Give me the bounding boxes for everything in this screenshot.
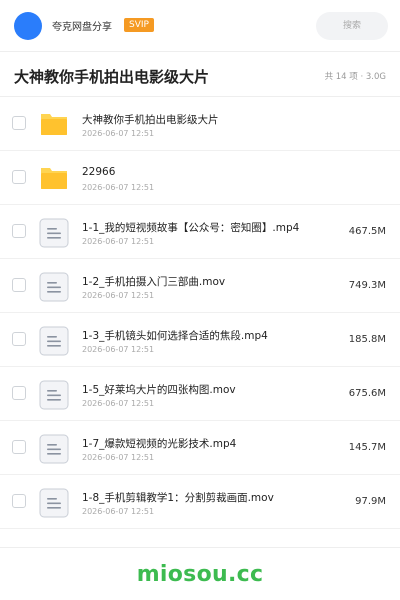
folder-icon [38,109,70,141]
avatar[interactable] [14,12,42,40]
row-checkbox[interactable] [12,440,26,454]
file-row[interactable]: 1-7_爆款短视频的光影技术.mp4 2026-06-07 12:51 145.7M [0,421,400,475]
file-name: 1-7_爆款短视频的光影技术.mp4 [82,438,237,450]
row-checkbox[interactable] [12,170,26,184]
file-name: 1-1_我的短视频故事【公众号：密知圈】.mp4 [82,222,300,234]
file-row[interactable]: 1-8_手机剪辑教学1：分割剪裁画面.mov 2026-06-07 12:51 97… [0,475,400,529]
folder-icon [38,163,70,195]
search-input[interactable] [316,12,388,40]
file-row[interactable]: 1-3_手机镜头如何选择合适的焦段.mp4 2026-06-07 12:51 185… [0,313,400,367]
search-box[interactable] [316,12,388,40]
file-date: 2026-06-07 12:51 [82,183,155,192]
page-title: 大神教你手机拍出电影级大片 [14,68,210,86]
file-date: 2026-06-07 12:51 [82,453,155,462]
file-date: 2026-06-07 12:51 [82,291,155,300]
file-size: 749.3M [348,280,386,291]
file-row[interactable]: 1-2_手机拍摄入门三部曲.mov 2026-06-07 12:51 749.3M [0,259,400,313]
file-date: 2026-06-07 12:51 [82,129,155,138]
file-row[interactable]: 1-1_我的短视频故事【公众号：密知圈】.mp4 2026-06-07 12:51… [0,205,400,259]
file-date: 2026-06-07 12:51 [82,237,155,246]
row-checkbox[interactable] [12,332,26,346]
document-icon [38,217,70,249]
share-owner-name: 夸克网盘分享 [52,22,112,33]
file-name: 1-5_好莱坞大片的四张构图.mov [82,384,236,396]
top-bar: 夸克网盘分享 SVIP [0,0,400,52]
file-size: 675.6M [348,388,386,399]
file-date: 2026-06-07 12:51 [82,399,155,408]
file-size: 97.9M [355,496,386,507]
file-size: 145.7M [348,442,386,453]
document-icon [38,379,70,411]
file-name: 1-3_手机镜头如何选择合适的焦段.mp4 [82,330,268,342]
folder-meta: 共 14 项 · 3.0G [324,72,386,82]
watermark: miosou.cc [136,562,264,587]
file-name: 大神教你手机拍出电影级大片 [82,114,219,126]
file-row[interactable]: 22966 2026-06-07 12:51 [0,151,400,205]
file-row[interactable]: 1-5_好莱坞大片的四张构图.mov 2026-06-07 12:51 675.6M [0,367,400,421]
file-size: 467.5M [348,226,386,237]
divider [0,547,400,548]
row-checkbox[interactable] [12,278,26,292]
file-list: 大神教你手机拍出电影级大片 2026-06-07 12:51 22966 2026-0… [0,97,400,529]
file-row[interactable]: 大神教你手机拍出电影级大片 2026-06-07 12:51 [0,97,400,151]
folder-header: 大神教你手机拍出电影级大片 共 14 项 · 3.0G [0,52,400,97]
document-icon [38,271,70,303]
document-icon [38,325,70,357]
row-checkbox[interactable] [12,116,26,130]
file-name: 1-2_手机拍摄入门三部曲.mov [82,276,226,288]
file-name: 22966 [82,166,116,178]
row-checkbox[interactable] [12,494,26,508]
document-icon [38,487,70,519]
file-date: 2026-06-07 12:51 [82,345,155,354]
row-checkbox[interactable] [12,386,26,400]
document-icon [38,433,70,465]
svip-badge: SVIP [124,18,154,32]
file-name: 1-8_手机剪辑教学1：分割剪裁画面.mov [82,492,274,504]
row-checkbox[interactable] [12,224,26,238]
file-date: 2026-06-07 12:51 [82,507,155,516]
file-size: 185.8M [348,334,386,345]
